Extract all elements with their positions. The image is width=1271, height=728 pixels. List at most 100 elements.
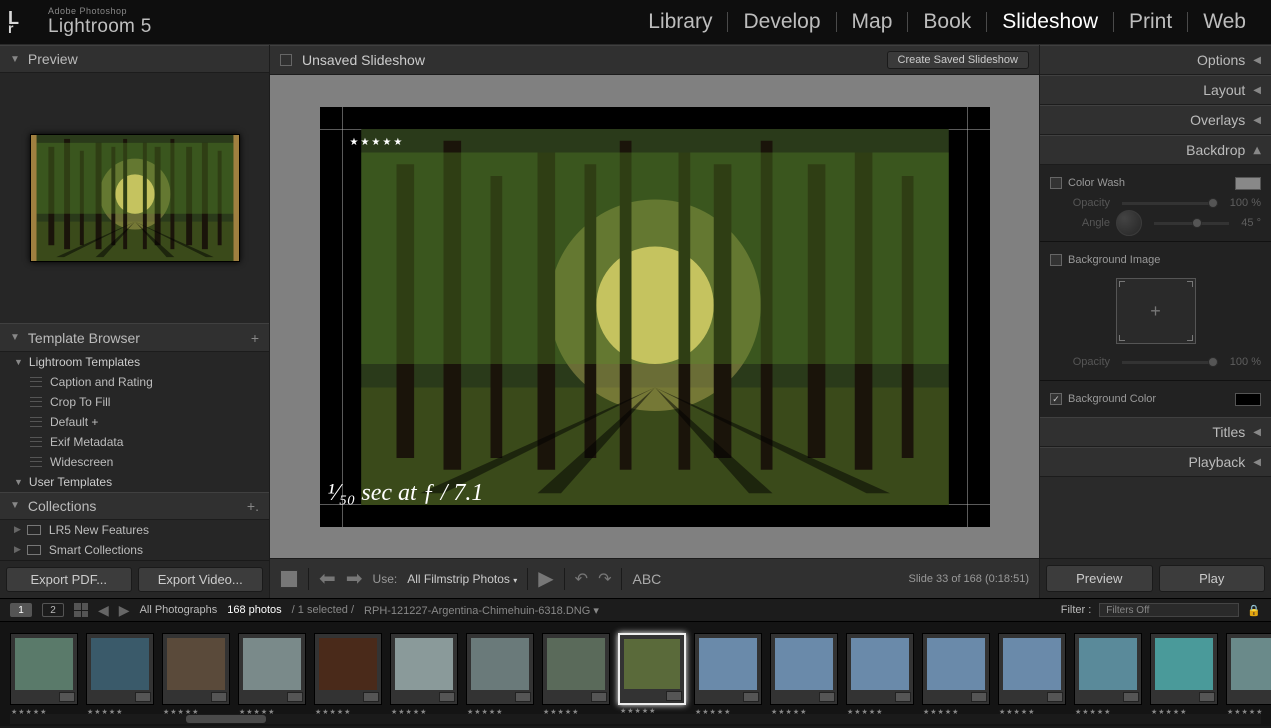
filmstrip-thumb[interactable]: ★★★★★ xyxy=(466,633,534,705)
module-tab-print[interactable]: Print xyxy=(1114,10,1187,34)
filmstrip-scrollbar[interactable] xyxy=(10,714,1261,724)
filmstrip-thumb[interactable]: ★★★★★ xyxy=(998,633,1066,705)
sync-icon[interactable] xyxy=(280,54,292,66)
filmstrip-thumb[interactable]: ★★★★★ xyxy=(238,633,306,705)
color-wash-checkbox[interactable] xyxy=(1050,177,1062,189)
collection-item[interactable]: ▶Smart Collections xyxy=(0,540,269,560)
selection-count: / 1 selected / xyxy=(292,604,354,616)
module-tab-slideshow[interactable]: Slideshow xyxy=(987,10,1113,34)
template-item[interactable]: Default + xyxy=(0,412,269,432)
angle-knob[interactable] xyxy=(1116,210,1142,236)
angle-slider[interactable] xyxy=(1154,222,1229,225)
module-tab-map[interactable]: Map xyxy=(837,10,908,34)
color-wash-label: Color Wash xyxy=(1068,177,1125,189)
filmstrip-thumb[interactable]: ★★★★★ xyxy=(314,633,382,705)
chevron-down-icon: ▼ xyxy=(10,54,20,65)
exif-overlay: ¹⁄₅₀ sec at ƒ / 7.1 xyxy=(328,480,484,507)
background-image-checkbox[interactable] xyxy=(1050,254,1062,266)
bg-image-opacity-value: 100 % xyxy=(1230,356,1261,368)
preview-panel-header[interactable]: ▼ Preview xyxy=(0,45,269,73)
filmstrip-thumb[interactable]: ★★★★★ xyxy=(618,633,686,705)
left-panel: ▼ Preview ▼ Template Browser + ▼Lightroo… xyxy=(0,45,270,598)
create-saved-slideshow-button[interactable]: Create Saved Slideshow xyxy=(887,51,1029,69)
collections-list: ▶LR5 New Features▶Smart Collections xyxy=(0,520,269,560)
filmstrip-thumb[interactable]: ★★★★★ xyxy=(846,633,914,705)
source-label[interactable]: All Photographs xyxy=(140,604,218,616)
photo-count: 168 photos xyxy=(227,604,281,616)
template-item[interactable]: Exif Metadata xyxy=(0,432,269,452)
collection-item[interactable]: ▶LR5 New Features xyxy=(0,520,269,540)
module-tab-web[interactable]: Web xyxy=(1188,10,1261,34)
filmstrip-thumb[interactable]: ★★★★★ xyxy=(390,633,458,705)
filmstrip[interactable]: ★★★★★★★★★★★★★★★★★★★★★★★★★★★★★★★★★★★★★★★★… xyxy=(0,622,1271,726)
lock-icon[interactable]: 🔒 xyxy=(1247,604,1261,617)
stop-button[interactable] xyxy=(280,570,298,588)
prev-slide-button[interactable]: ⬅ xyxy=(319,566,336,591)
slide-preview[interactable]: ★★★★★ ¹⁄₅₀ sec at ƒ / 7.1 xyxy=(320,107,990,527)
background-color-label: Background Color xyxy=(1068,393,1156,405)
rating-overlay: ★★★★★ xyxy=(350,137,405,148)
use-dropdown[interactable]: All Filmstrip Photos ▾ xyxy=(407,572,517,586)
filmstrip-thumb[interactable]: ★★★★★ xyxy=(694,633,762,705)
plus-icon[interactable]: + xyxy=(251,330,259,346)
preview-thumbnail[interactable] xyxy=(30,134,240,262)
grid-view-icon[interactable] xyxy=(74,603,88,617)
filmstrip-thumb[interactable]: ★★★★★ xyxy=(542,633,610,705)
panel-header-layout[interactable]: Layout◀ xyxy=(1040,75,1271,105)
collections-header[interactable]: ▼ Collections +. xyxy=(0,492,269,520)
template-item[interactable]: Crop To Fill xyxy=(0,392,269,412)
background-image-dropzone[interactable]: + xyxy=(1116,278,1196,344)
export-video-button[interactable]: Export Video... xyxy=(138,567,264,592)
background-color-checkbox[interactable] xyxy=(1050,393,1062,405)
background-image-label: Background Image xyxy=(1068,254,1160,266)
text-overlay-button[interactable]: ABC xyxy=(632,571,661,587)
slideshow-title: Unsaved Slideshow xyxy=(302,52,425,68)
module-tab-book[interactable]: Book xyxy=(908,10,986,34)
opacity-label: Opacity xyxy=(1050,197,1110,209)
rotate-cw-icon[interactable]: ↷ xyxy=(598,569,611,589)
export-pdf-button[interactable]: Export PDF... xyxy=(6,567,132,592)
panel-header-backdrop[interactable]: Backdrop◀ xyxy=(1040,135,1271,165)
bg-image-opacity-slider[interactable] xyxy=(1122,361,1218,364)
template-item[interactable]: Caption and Rating xyxy=(0,372,269,392)
template-item[interactable]: Widescreen xyxy=(0,452,269,472)
template-group[interactable]: ▼User Templates xyxy=(0,472,269,492)
background-color-swatch[interactable] xyxy=(1235,393,1261,406)
play-button[interactable]: Play xyxy=(1159,565,1266,592)
current-filename[interactable]: RPH-121227-Argentina-Chimehuin-6318.DNG … xyxy=(364,604,599,617)
plus-icon[interactable]: +. xyxy=(247,498,259,514)
app-logo: Lr xyxy=(8,6,40,38)
panel-header-overlays[interactable]: Overlays◀ xyxy=(1040,105,1271,135)
panel-header-options[interactable]: Options◀ xyxy=(1040,45,1271,75)
rotate-ccw-icon[interactable]: ↶ xyxy=(575,569,588,589)
nav-fwd-icon[interactable]: ▶ xyxy=(119,602,130,619)
filmstrip-thumb[interactable]: ★★★★★ xyxy=(86,633,154,705)
nav-back-icon[interactable]: ◀ xyxy=(98,602,109,619)
next-slide-button[interactable]: ➡ xyxy=(346,566,363,591)
opacity-slider[interactable] xyxy=(1122,202,1218,205)
module-tab-library[interactable]: Library xyxy=(633,10,727,34)
filter-dropdown[interactable]: Filters Off xyxy=(1099,603,1239,617)
preview-button[interactable]: Preview xyxy=(1046,565,1153,592)
template-browser-header[interactable]: ▼ Template Browser + xyxy=(0,323,269,351)
module-picker: LibraryDevelopMapBookSlideshowPrintWeb xyxy=(633,10,1261,34)
filmstrip-thumb[interactable]: ★★★★★ xyxy=(1226,633,1271,705)
filmstrip-thumb[interactable]: ★★★★★ xyxy=(922,633,990,705)
opacity-value: 100 % xyxy=(1230,197,1261,209)
play-icon[interactable]: ▶ xyxy=(538,566,553,591)
module-tab-develop[interactable]: Develop xyxy=(728,10,835,34)
panel-header-playback[interactable]: Playback◀ xyxy=(1040,447,1271,477)
secondary-display-button[interactable]: 2 xyxy=(42,603,64,617)
center-header: Unsaved Slideshow Create Saved Slideshow xyxy=(270,45,1039,75)
chevron-down-icon: ▼ xyxy=(10,332,20,343)
filmstrip-thumb[interactable]: ★★★★★ xyxy=(1150,633,1218,705)
preview-panel-body xyxy=(0,73,269,323)
primary-display-button[interactable]: 1 xyxy=(10,603,32,617)
panel-header-titles[interactable]: Titles◀ xyxy=(1040,417,1271,447)
filmstrip-thumb[interactable]: ★★★★★ xyxy=(10,633,78,705)
template-group[interactable]: ▼Lightroom Templates xyxy=(0,352,269,372)
filmstrip-thumb[interactable]: ★★★★★ xyxy=(162,633,230,705)
color-wash-swatch[interactable] xyxy=(1235,177,1261,190)
filmstrip-thumb[interactable]: ★★★★★ xyxy=(1074,633,1142,705)
filmstrip-thumb[interactable]: ★★★★★ xyxy=(770,633,838,705)
